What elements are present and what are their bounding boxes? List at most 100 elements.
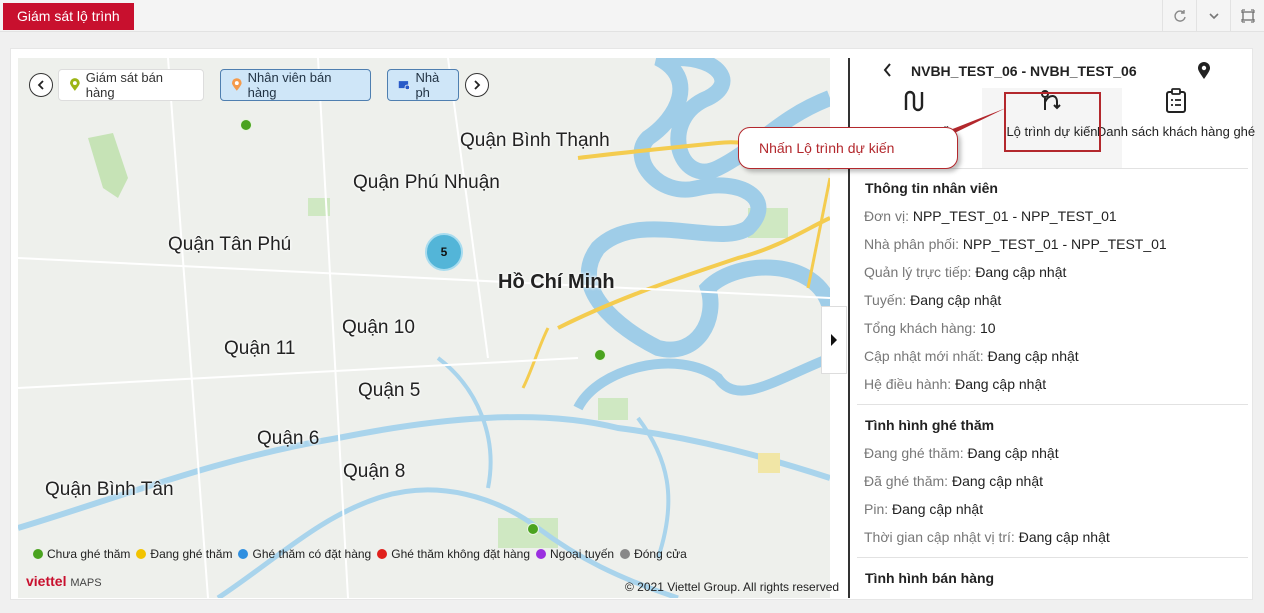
legend-label: Ghé thăm có đặt hàng bbox=[252, 547, 372, 561]
info-row: Đơn vị: NPP_TEST_01 - NPP_TEST_01 bbox=[864, 208, 1117, 224]
chip-label: Giám sát bán hàng bbox=[85, 70, 164, 100]
action-label: Danh sách khách hàng ghé bbox=[1096, 124, 1256, 139]
row-value: NPP_TEST_01 - NPP_TEST_01 bbox=[912, 208, 1117, 224]
location-pin-icon bbox=[1198, 62, 1210, 79]
legend-label: Đóng cửa bbox=[634, 547, 687, 561]
chevron-left-icon bbox=[883, 63, 891, 77]
legend-label: Đang ghé thăm bbox=[150, 547, 233, 561]
row-value: Đang cập nhật bbox=[967, 445, 1059, 461]
window-controls bbox=[1162, 0, 1264, 32]
map-legend: Chưa ghé thăm Đang ghé thăm Ghé thăm có … bbox=[33, 547, 687, 561]
info-row: Thời gian cập nhật vị trí: Đang cập nhật bbox=[864, 529, 1110, 545]
legend-item: Ghé thăm có đặt hàng bbox=[238, 547, 371, 561]
info-row: Pin: Đang cập nhật bbox=[864, 501, 983, 517]
legend-item: Đang ghé thăm bbox=[136, 547, 232, 561]
divider bbox=[857, 557, 1248, 558]
marker-cluster[interactable]: 5 bbox=[425, 233, 463, 271]
row-label: Tổng khách hàng: bbox=[864, 320, 977, 336]
store-icon bbox=[398, 81, 411, 91]
map-label-q11: Quận 11 bbox=[224, 338, 296, 359]
refresh-icon[interactable] bbox=[1162, 0, 1196, 32]
legend-label: Ghé thăm không đặt hàng bbox=[391, 547, 531, 561]
row-label: Thời gian cập nhật vị trí: bbox=[864, 529, 1015, 545]
employee-header: NVBH_TEST_06 - NVBH_TEST_06 bbox=[911, 63, 1137, 79]
legend-dot bbox=[536, 549, 547, 559]
row-value: 10 bbox=[979, 320, 996, 336]
map-label-q6: Quận 6 bbox=[257, 428, 320, 449]
chevron-left-icon bbox=[37, 80, 44, 90]
brand-name: viettel bbox=[26, 573, 67, 589]
map-view[interactable]: Giám sát bán hàng Nhân viên bán hàng Nhà… bbox=[18, 58, 830, 598]
legend-dot bbox=[33, 549, 43, 559]
row-label: Nhà phân phối: bbox=[864, 236, 959, 252]
customer-list-button[interactable]: Danh sách khách hàng ghé bbox=[1096, 88, 1256, 168]
row-value: NPP_TEST_01 - NPP_TEST_01 bbox=[962, 236, 1167, 252]
row-label: Tuyến: bbox=[864, 292, 907, 308]
instruction-callout: Nhấn Lộ trình dự kiến bbox=[738, 127, 958, 169]
scroll-left-button[interactable] bbox=[29, 73, 53, 97]
legend-dot bbox=[238, 549, 249, 559]
row-label: Pin: bbox=[864, 501, 889, 517]
divider bbox=[857, 404, 1248, 405]
info-row: Tuyến: Đang cập nhật bbox=[864, 292, 1001, 308]
customer-marker[interactable] bbox=[594, 349, 606, 361]
brand-suffix: MAPS bbox=[70, 577, 102, 589]
row-label: Đơn vị: bbox=[864, 208, 909, 224]
row-label: Quản lý trực tiếp: bbox=[864, 264, 972, 280]
legend-dot bbox=[136, 549, 147, 559]
row-label: Đã ghé thăm: bbox=[864, 473, 949, 489]
page-title-tab[interactable]: Giám sát lộ trình bbox=[3, 3, 134, 30]
collapse-panel-button[interactable] bbox=[821, 306, 847, 374]
info-row: Đang ghé thăm: Đang cập nhật bbox=[864, 445, 1059, 461]
top-bar: Giám sát lộ trình bbox=[0, 0, 1264, 32]
legend-dot bbox=[620, 549, 631, 559]
map-background bbox=[18, 58, 830, 598]
caret-right-icon bbox=[831, 334, 837, 346]
location-pin-icon bbox=[231, 78, 242, 91]
row-value: Đang cập nhật bbox=[951, 473, 1044, 489]
back-button[interactable] bbox=[882, 62, 894, 83]
info-row: Đã ghé thăm: Đang cập nhật bbox=[864, 473, 1043, 489]
section-title-sales: Tình hình bán hàng bbox=[865, 570, 995, 586]
map-label-q8: Quận 8 bbox=[343, 461, 406, 482]
planned-route-highlight bbox=[1004, 92, 1101, 152]
row-value: Đang cập nhật bbox=[910, 292, 1002, 308]
info-row: Tổng khách hàng: 10 bbox=[864, 320, 996, 336]
route-icon bbox=[904, 90, 924, 112]
row-label: Cập nhật mới nhất: bbox=[864, 348, 984, 364]
map-label-q5: Quận 5 bbox=[358, 380, 421, 401]
chip-sales-staff[interactable]: Nhân viên bán hàng bbox=[220, 69, 371, 101]
legend-label: Chưa ghé thăm bbox=[47, 547, 131, 561]
info-row: Quản lý trực tiếp: Đang cập nhật bbox=[864, 264, 1066, 280]
legend-item: Ghé thăm không đặt hàng bbox=[377, 547, 530, 561]
info-row: Cập nhật mới nhất: Đang cập nhật bbox=[864, 348, 1079, 364]
map-label-hcm: Hồ Chí Minh bbox=[498, 271, 615, 293]
legend-item: Chưa ghé thăm bbox=[33, 547, 130, 561]
map-label-binh-tan: Quận Bình Tân bbox=[45, 479, 174, 500]
scroll-right-button[interactable] bbox=[465, 73, 489, 97]
row-label: Hệ điều hành: bbox=[864, 376, 952, 392]
row-value: Đang cập nhật bbox=[975, 264, 1067, 280]
legend-item: Ngoại tuyến bbox=[536, 547, 614, 561]
chevron-right-icon bbox=[474, 80, 481, 90]
row-value: Đang cập nhật bbox=[987, 348, 1079, 364]
row-value: Đang cập nhật bbox=[955, 376, 1047, 392]
chip-distributor[interactable]: Nhà ph bbox=[387, 69, 459, 101]
chip-sales-monitoring[interactable]: Giám sát bán hàng bbox=[58, 69, 204, 101]
chip-label: Nhà ph bbox=[415, 70, 440, 100]
legend-label: Ngoại tuyến bbox=[550, 547, 615, 561]
info-row: Hệ điều hành: Đang cập nhật bbox=[864, 376, 1046, 392]
chevron-down-icon[interactable] bbox=[1196, 0, 1230, 32]
customer-marker[interactable] bbox=[527, 523, 539, 535]
legend-item: Đóng cửa bbox=[620, 547, 687, 561]
section-title-visits: Tình hình ghé thăm bbox=[865, 417, 995, 433]
locate-button[interactable] bbox=[1197, 62, 1211, 85]
map-label-q10: Quận 10 bbox=[342, 317, 415, 338]
customer-marker[interactable] bbox=[240, 119, 252, 131]
fullscreen-icon[interactable] bbox=[1230, 0, 1264, 32]
row-value: Đang cập nhật bbox=[1018, 529, 1110, 545]
clipboard-icon bbox=[1166, 88, 1186, 113]
section-title-employee: Thông tin nhân viên bbox=[865, 180, 998, 196]
map-label-binh-thanh: Quận Bình Thạnh bbox=[460, 130, 610, 151]
location-pin-icon bbox=[69, 78, 80, 91]
